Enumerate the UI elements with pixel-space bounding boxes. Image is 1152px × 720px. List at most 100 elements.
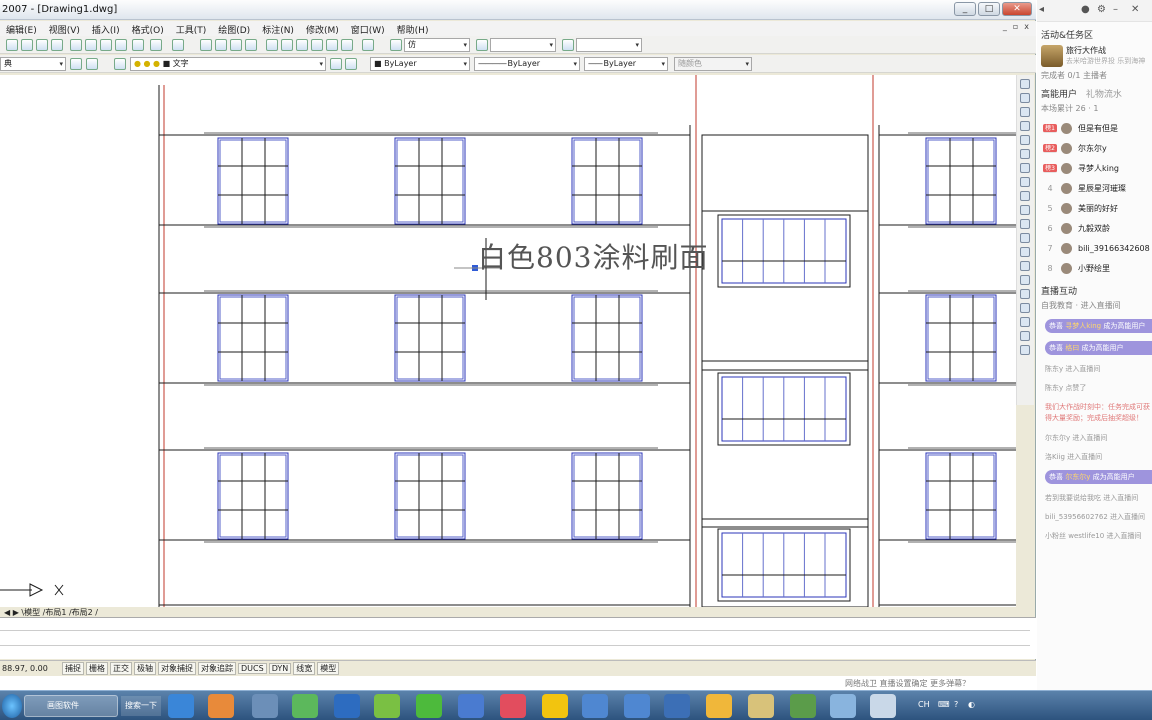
stretch-icon[interactable] (1020, 191, 1030, 201)
window[interactable] (217, 137, 289, 225)
folder-app-icon[interactable] (706, 694, 732, 718)
minimize-icon[interactable]: – (1113, 4, 1118, 15)
rotate-icon[interactable] (1020, 163, 1030, 173)
gear-icon[interactable]: ⚙ (1097, 4, 1106, 15)
redo-icon[interactable] (172, 39, 184, 51)
capture-app-icon[interactable] (830, 694, 856, 718)
properties-icon[interactable] (266, 39, 278, 51)
chrome-icon[interactable] (542, 694, 568, 718)
plotstyle-combo[interactable]: 随颜色 ▾ (674, 57, 752, 71)
window-inner[interactable] (219, 139, 287, 223)
undo-icon[interactable] (150, 39, 162, 51)
ranking-item[interactable]: 4 星辰星河璀璨 (1037, 178, 1152, 198)
ranking-item[interactable]: 榜1 但是有但是 (1037, 118, 1152, 138)
toggle-otrack[interactable]: 对象追踪 (198, 662, 236, 675)
text-style-icon[interactable] (390, 39, 402, 51)
close-icon[interactable]: ✕ (1131, 4, 1139, 15)
pan-icon[interactable] (200, 39, 212, 51)
menu-draw[interactable]: 绘图(D) (212, 21, 256, 36)
window[interactable] (394, 137, 466, 225)
ranking-item[interactable]: 5 美丽的好好 (1037, 198, 1152, 218)
window-inner[interactable] (927, 139, 995, 223)
color-combo[interactable]: ■ ByLayer ▾ (370, 57, 470, 71)
k-app-icon[interactable] (664, 694, 690, 718)
send-app-icon[interactable] (582, 694, 608, 718)
match-properties-icon[interactable] (115, 39, 127, 51)
explode-icon[interactable] (1020, 289, 1030, 299)
iqiyi-icon[interactable] (416, 694, 442, 718)
tab-highenergy[interactable]: 高能用户 (1041, 90, 1077, 100)
tab-gifts[interactable]: 礼物流水 (1086, 90, 1122, 100)
toggle-osnap[interactable]: 对象捕捉 (158, 662, 196, 675)
settings-tray-icon[interactable]: ◐ (968, 700, 975, 709)
dim-style-combo[interactable]: ▾ (490, 38, 556, 52)
cut-icon[interactable] (70, 39, 82, 51)
dim-style-icon[interactable] (476, 39, 488, 51)
draworder-icon[interactable] (1020, 303, 1030, 313)
command-line[interactable] (0, 617, 1036, 659)
video-app-icon[interactable] (334, 694, 360, 718)
ranking-item[interactable]: 8 小野绘里 (1037, 258, 1152, 278)
quickcalc-icon[interactable] (341, 39, 353, 51)
keyboard-icon[interactable]: ⌨ (938, 700, 950, 709)
doc-restore-button[interactable]: ▫ (1013, 22, 1018, 31)
notice-user[interactable]: 寻梦人king (1065, 322, 1101, 330)
menu-format[interactable]: 格式(O) (126, 21, 170, 36)
menu-help[interactable]: 帮助(H) (391, 21, 435, 36)
array-icon[interactable] (1020, 135, 1030, 145)
close-button[interactable]: ✕ (1002, 2, 1032, 16)
bring-front-icon[interactable] (1020, 317, 1030, 327)
text-style-combo[interactable]: 仿 ▾ (404, 38, 470, 52)
maps-app-icon[interactable] (790, 694, 816, 718)
youku-icon[interactable] (500, 694, 526, 718)
plot-icon[interactable] (51, 39, 63, 51)
layer-combo[interactable]: ● ● ● ■ 文字 ▾ (130, 57, 326, 71)
toggle-model[interactable]: 模型 (317, 662, 340, 675)
move-icon[interactable] (1020, 149, 1030, 159)
linetype-combo[interactable]: ———— ByLayer ▾ (474, 57, 580, 71)
layer-previous-icon[interactable] (345, 58, 357, 70)
window[interactable] (394, 452, 466, 540)
text-front-icon[interactable] (1020, 345, 1030, 355)
user-avatar-icon[interactable]: ● (1081, 4, 1090, 15)
window-inner[interactable] (927, 296, 995, 380)
stair-core[interactable] (701, 134, 869, 607)
menu-tools[interactable]: 工具(T) (170, 21, 213, 36)
notice-user[interactable]: 格曰 (1065, 344, 1079, 352)
doc-close-button[interactable]: x (1024, 22, 1029, 31)
ranking-item[interactable]: 榜2 尔东尔y (1037, 138, 1152, 158)
break-icon[interactable] (1020, 233, 1030, 243)
menu-edit[interactable]: 编辑(E) (0, 21, 43, 36)
toggle-ortho[interactable]: 正交 (110, 662, 132, 675)
activity-card[interactable]: 旅行大作战 去米哈游世界投 乐到海神 (1041, 45, 1152, 67)
table-style-icon[interactable] (562, 39, 574, 51)
taskbar-search[interactable]: 搜索一下 (121, 696, 161, 716)
ie-icon[interactable] (168, 694, 194, 718)
window-inner[interactable] (219, 454, 287, 538)
window[interactable] (571, 452, 643, 540)
toggle-lineweight[interactable]: 线宽 (293, 662, 316, 675)
doc-minimize-button[interactable]: _ (1003, 22, 1007, 31)
zoom-window-icon[interactable] (230, 39, 242, 51)
lineweight-combo[interactable]: —— ByLayer ▾ (584, 57, 668, 71)
layer-manager-icon[interactable] (86, 58, 98, 70)
help-icon[interactable] (362, 39, 374, 51)
window-inner[interactable] (219, 296, 287, 380)
start-button[interactable] (2, 694, 22, 718)
player-app-icon[interactable] (374, 694, 400, 718)
browser-360-icon[interactable] (292, 694, 318, 718)
trim-icon[interactable] (1020, 205, 1030, 215)
window-inner[interactable] (396, 454, 464, 538)
copy-icon[interactable] (85, 39, 97, 51)
scale-icon[interactable] (1020, 177, 1030, 187)
ranking-item[interactable]: 7 bili_39166342608 (1037, 238, 1152, 258)
network-app-icon[interactable] (252, 694, 278, 718)
new-file-icon[interactable] (6, 39, 18, 51)
menu-insert[interactable]: 插入(I) (86, 21, 126, 36)
ranking-item[interactable]: 6 九毅双龄 (1037, 218, 1152, 238)
window-inner[interactable] (396, 296, 464, 380)
zoom-previous-icon[interactable] (245, 39, 257, 51)
toggle-dyn[interactable]: DYN (268, 663, 292, 674)
material-annotation[interactable]: 白色803涂料刷面 (478, 236, 708, 276)
open-file-icon[interactable] (21, 39, 33, 51)
